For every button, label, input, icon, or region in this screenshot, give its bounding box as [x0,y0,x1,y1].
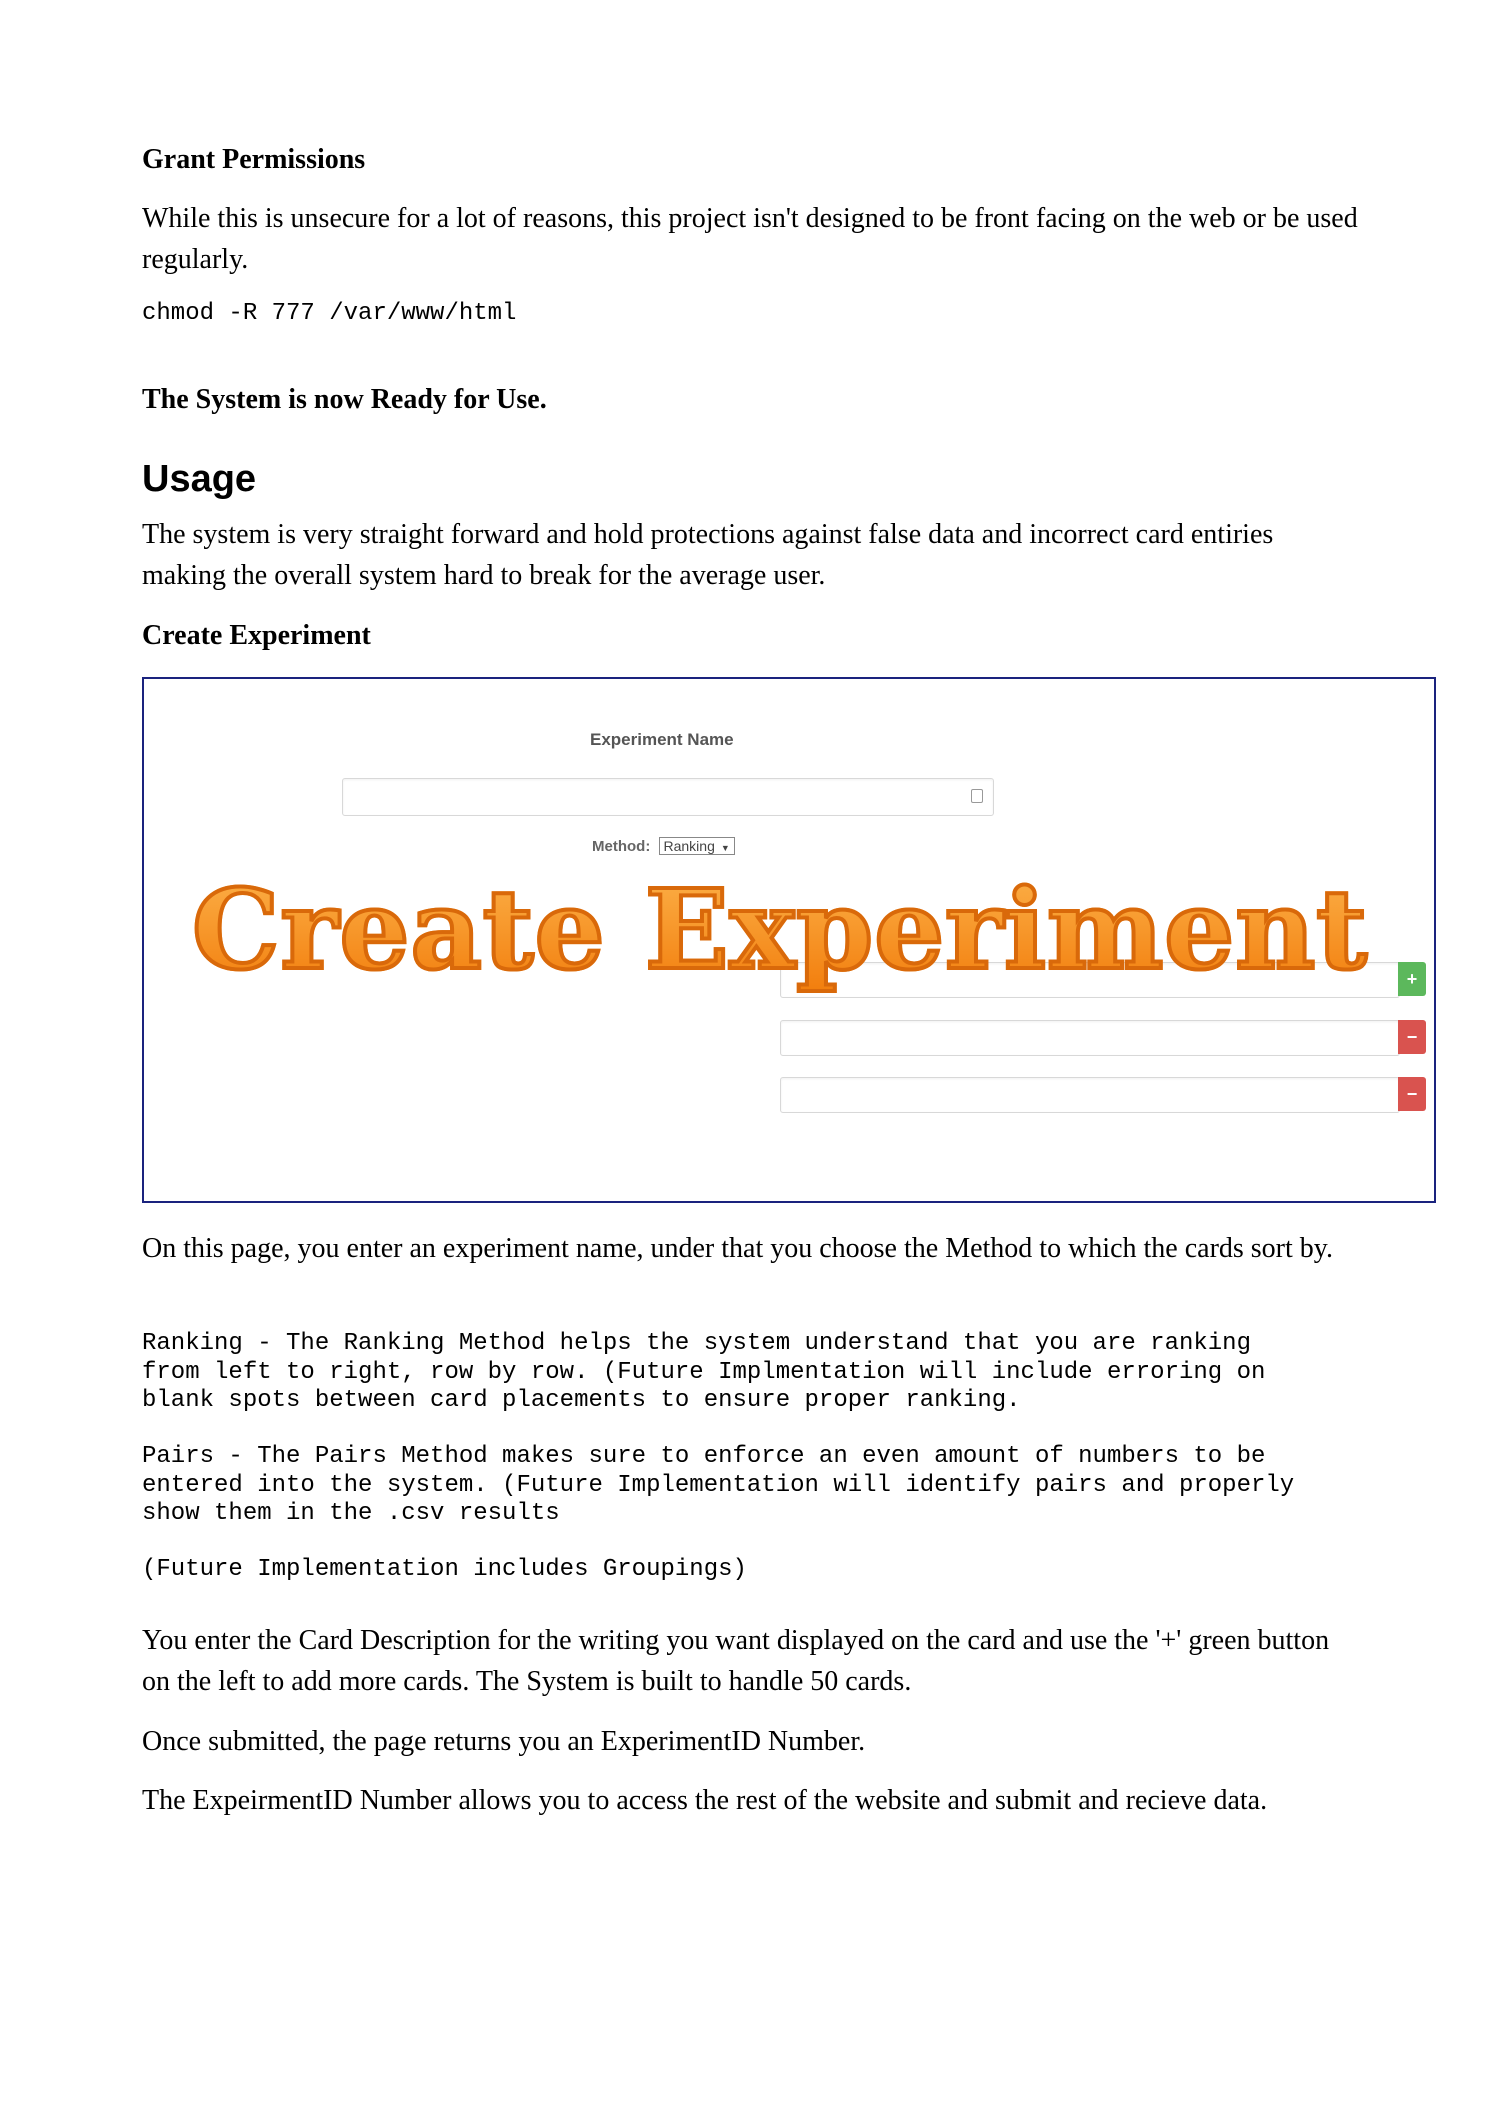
card-description-input[interactable] [780,1077,1400,1113]
grant-permissions-heading: Grant Permissions [142,144,366,175]
remove-card-button[interactable]: − [1398,1020,1426,1054]
experiment-name-input[interactable] [342,778,994,816]
grant-permissions-text: While this is unsecure for a lot of reas… [142,203,1358,275]
add-card-button[interactable]: + [1398,962,1426,996]
card-description-text: You enter the Card Description for the w… [142,1625,1330,1697]
create-experiment-heading: Create Experiment [142,620,371,651]
usage-text: The system is very straight forward and … [142,519,1274,591]
ready-text: The System is now Ready for Use. [142,384,547,415]
experiment-name-label: Experiment Name [590,730,734,749]
create-experiment-overlay-title: Create Experiment [190,873,1369,987]
card-description-input[interactable] [780,1020,1400,1056]
create-experiment-screenshot: Experiment Name Method: Ranking ▼ + − − C… [142,677,1436,1203]
usage-heading: Usage [142,458,257,500]
remove-card-button[interactable]: − [1398,1077,1426,1111]
page-intro-text: On this page, you enter an experiment na… [142,1233,1333,1264]
chmod-command: chmod -R 777 /var/www/html [142,300,517,327]
method-select[interactable]: Ranking ▼ [658,837,735,855]
keyboard-icon [971,789,983,803]
method-row: Method: Ranking ▼ [592,837,735,855]
groupings-note: (Future Implementation includes Grouping… [142,1556,747,1583]
chevron-down-icon: ▼ [720,843,730,853]
ranking-description: Ranking - The Ranking Method helps the s… [142,1330,1266,1414]
overlay-title-text: Create Experiment [190,865,1369,994]
submitted-text: Once submitted, the page returns you an … [142,1726,866,1757]
method-selected-value: Ranking [663,838,715,854]
pairs-description: Pairs - The Pairs Method makes sure to e… [142,1443,1295,1527]
experimentid-text: The ExpeirmentID Number allows you to ac… [142,1785,1268,1816]
method-label: Method: [592,838,651,855]
